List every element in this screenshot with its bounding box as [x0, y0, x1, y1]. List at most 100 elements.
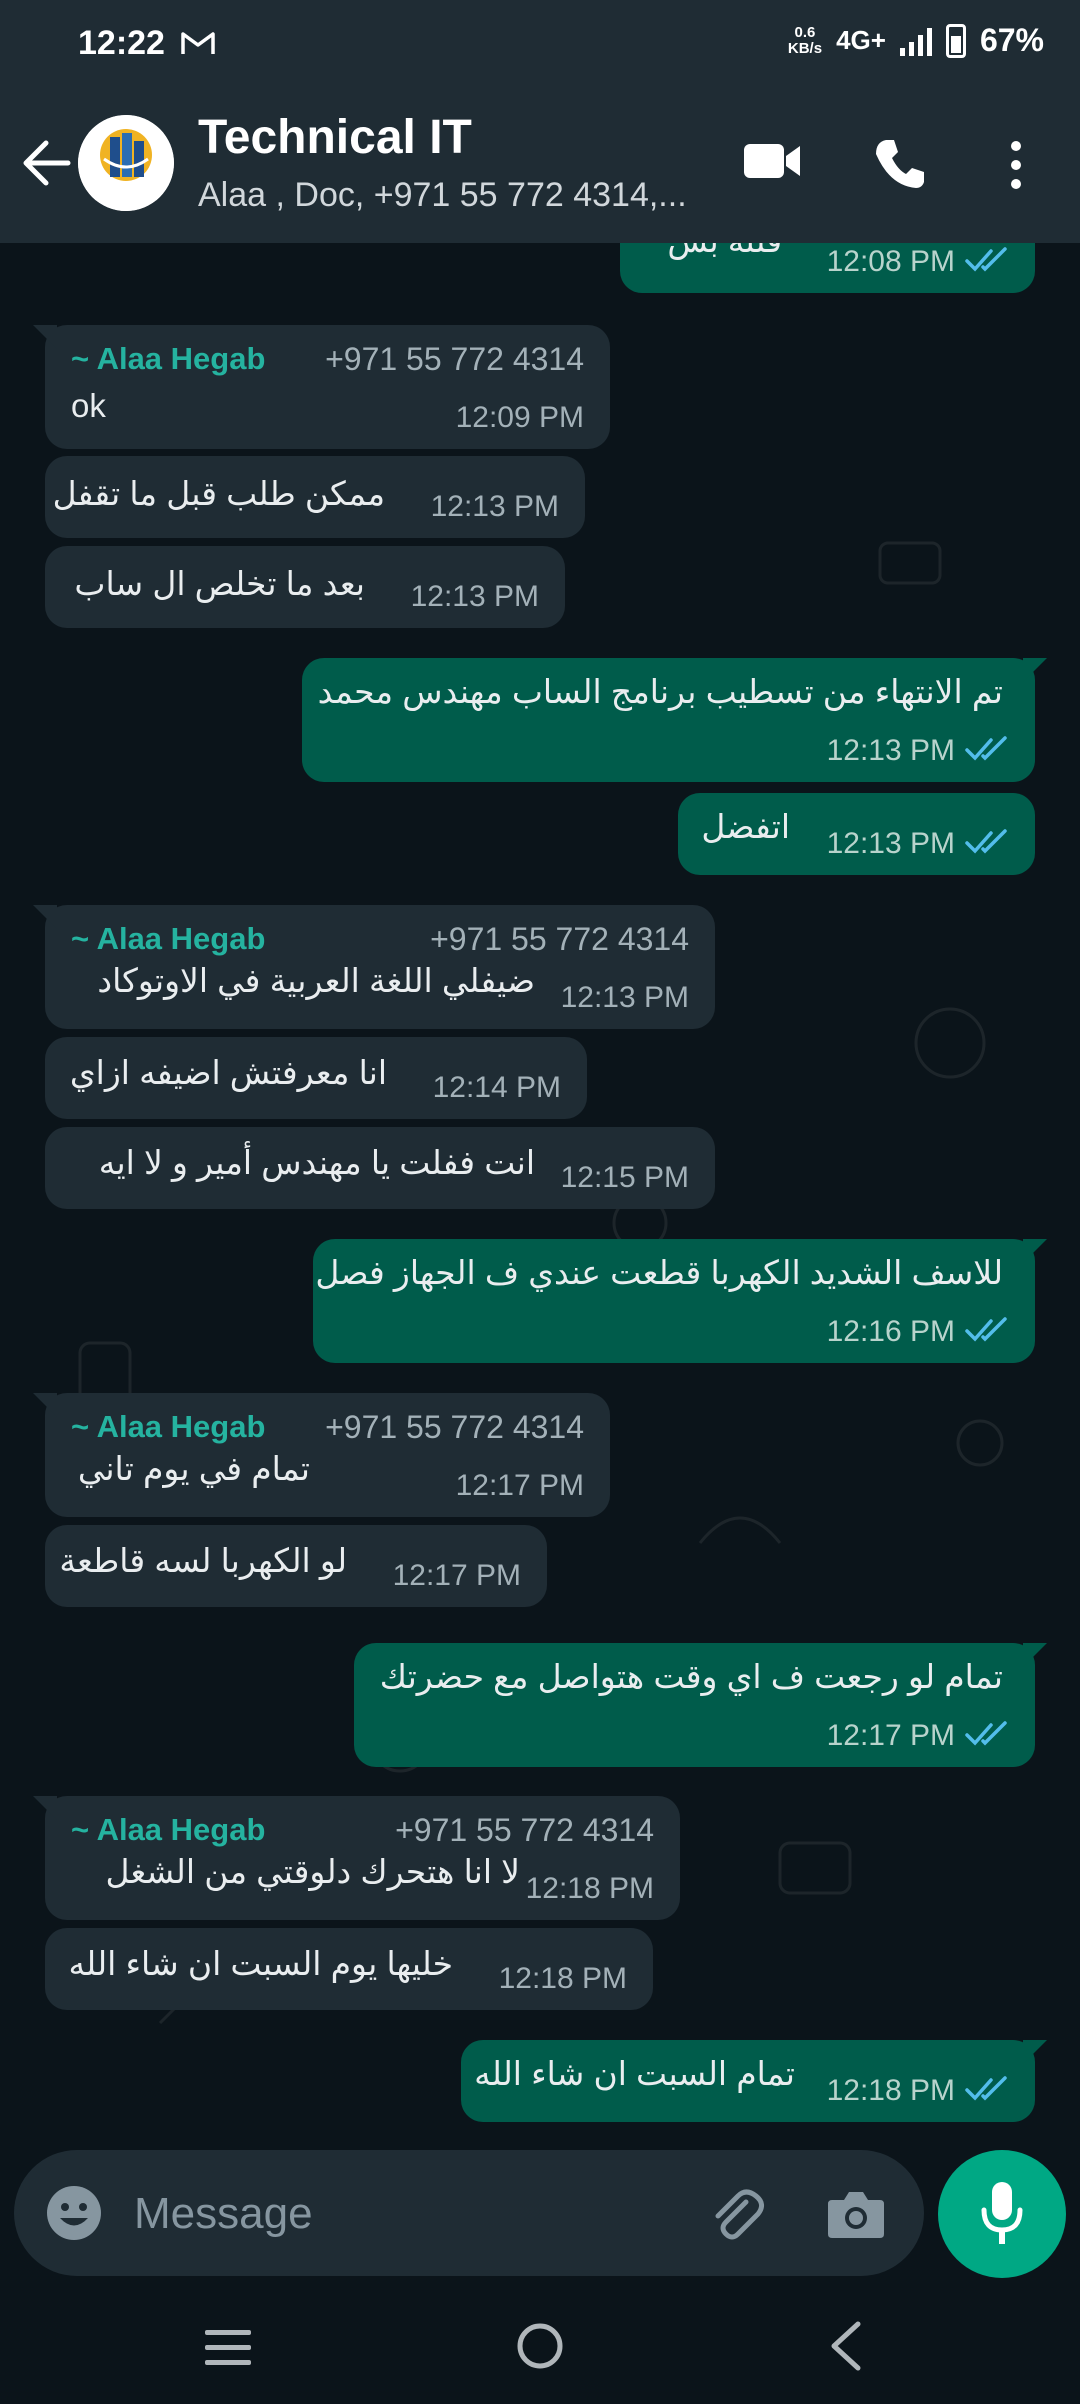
- message-time: 12:14 PM: [432, 1071, 561, 1104]
- message-time: 12:13 PM: [410, 580, 539, 613]
- message-text: بعد ما تخلص ال ساب: [74, 565, 365, 602]
- read-receipt-icon: [965, 829, 1007, 854]
- message-text: انا معرفتش اضيفه ازاي: [69, 1054, 387, 1091]
- chat-header: Technical IT Alaa , Doc, +971 55 772 431…: [0, 88, 1080, 243]
- message-time: 12:16 PM: [826, 1315, 955, 1348]
- outgoing-message[interactable]: *فلته بس 12:08 PM: [620, 243, 1035, 293]
- bubble-tail: [33, 1796, 57, 1820]
- outgoing-message[interactable]: تمام السبت ان شاء الله 12:18 PM: [461, 2040, 1047, 2122]
- voice-call-icon[interactable]: [872, 136, 926, 190]
- message-time: 12:09 PM: [455, 401, 584, 434]
- system-navigation-bar: [0, 2290, 1080, 2404]
- bubble-tail: [1023, 658, 1047, 682]
- message-text: للاسف الشديد الكهربا قطعت عندي ف الجهاز …: [315, 1254, 1003, 1291]
- message-text: *فلته بس: [667, 243, 795, 260]
- message-time: 12:13 PM: [826, 827, 955, 860]
- network-speed: 0.6 KB/s: [787, 23, 823, 57]
- gmail-icon: [181, 32, 215, 54]
- read-receipt-icon: [965, 736, 1007, 761]
- chat-participants[interactable]: Alaa , Doc, +971 55 772 4314,...: [198, 176, 698, 215]
- read-receipt-icon: [965, 1721, 1007, 1746]
- incoming-message[interactable]: ~ Alaa Hegab +971 55 772 4314 ضيفلي اللغ…: [33, 905, 715, 1029]
- message-time: 12:17 PM: [392, 1559, 521, 1592]
- incoming-message[interactable]: لو الكهربا لسه قاطعة 12:17 PM: [45, 1525, 547, 1607]
- incoming-message[interactable]: ~ Alaa Hegab +971 55 772 4314 تمام في يو…: [33, 1393, 610, 1517]
- bubble-tail: [33, 905, 57, 929]
- message-input[interactable]: [132, 2178, 676, 2250]
- sender-name[interactable]: ~ Alaa Hegab: [71, 1812, 265, 1848]
- message-time: 12:13 PM: [560, 981, 689, 1014]
- chat-title[interactable]: Technical IT: [198, 110, 472, 165]
- message-text: خليها يوم السبت ان شاء الله: [68, 1945, 453, 1982]
- outgoing-message[interactable]: اتفضل 12:13 PM: [678, 793, 1035, 875]
- read-receipt-icon: [965, 2076, 1007, 2101]
- message-time: 12:13 PM: [430, 490, 559, 523]
- sender-phone[interactable]: +971 55 772 4314: [430, 921, 689, 958]
- network-type: 4G+: [836, 25, 886, 55]
- sender-name[interactable]: ~ Alaa Hegab: [71, 341, 265, 377]
- incoming-message[interactable]: ممكن طلب قبل ما تقفل 12:13 PM: [45, 456, 585, 538]
- camera-icon[interactable]: [826, 2186, 886, 2242]
- radiance-logo-icon: [78, 115, 174, 211]
- chat-messages[interactable]: *فلته بس 12:08 PM ~ Alaa Hegab +971 55 7…: [0, 243, 1080, 2147]
- sender-phone[interactable]: +971 55 772 4314: [325, 1409, 584, 1446]
- home-icon[interactable]: [516, 2322, 564, 2370]
- bubble-tail: [1023, 1643, 1047, 1667]
- message-text: اتفضل: [701, 808, 790, 845]
- message-text: تمام في يوم تاني: [77, 1450, 310, 1487]
- outgoing-message[interactable]: للاسف الشديد الكهربا قطعت عندي ف الجهاز …: [313, 1239, 1047, 1363]
- emoji-icon[interactable]: [44, 2183, 104, 2243]
- message-composer: [14, 2150, 924, 2276]
- message-time: 12:17 PM: [826, 1719, 955, 1752]
- message-text: تمام السبت ان شاء الله: [474, 2055, 795, 2092]
- more-options-icon[interactable]: [1002, 138, 1030, 192]
- sender-phone[interactable]: +971 55 772 4314: [325, 341, 584, 378]
- group-avatar[interactable]: [78, 115, 174, 211]
- message-text: لو الكهربا لسه قاطعة: [59, 1542, 347, 1579]
- microphone-icon: [981, 2182, 1023, 2244]
- message-text: لا انا هتحرك دلوقتي من الشغل: [105, 1853, 520, 1890]
- read-receipt-icon: [965, 1317, 1007, 1342]
- read-receipt-icon: [965, 247, 1007, 272]
- network-speed-value: 0.6: [794, 23, 816, 41]
- incoming-message[interactable]: انت ففلت يا مهندس أمير و لا ايه 12:15 PM: [45, 1127, 715, 1209]
- outgoing-message[interactable]: تمام لو رجعت ف اي وقت هتواصل مع حضرتك 12…: [354, 1643, 1047, 1767]
- message-time: 12:18 PM: [525, 1872, 654, 1905]
- message-text: تم الانتهاء من تسطيب برنامج الساب مهندس …: [317, 673, 1003, 710]
- back-arrow-icon[interactable]: [20, 138, 72, 188]
- signal-icon: [899, 26, 932, 56]
- message-time: 12:15 PM: [560, 1161, 689, 1194]
- message-text: ضيفلي اللغة العربية في الاوتوكاد: [97, 962, 535, 999]
- bubble-tail: [33, 1393, 57, 1417]
- incoming-message[interactable]: بعد ما تخلص ال ساب 12:13 PM: [45, 546, 565, 628]
- incoming-message[interactable]: خليها يوم السبت ان شاء الله 12:18 PM: [45, 1928, 653, 2010]
- message-text: تمام لو رجعت ف اي وقت هتواصل مع حضرتك: [379, 1658, 1003, 1695]
- incoming-message[interactable]: ~ Alaa Hegab +971 55 772 4314 ok 12:09 P…: [33, 325, 610, 449]
- video-call-icon[interactable]: [742, 140, 802, 182]
- bubble-tail: [1023, 1239, 1047, 1263]
- message-text: انت ففلت يا مهندس أمير و لا ايه: [98, 1144, 535, 1181]
- recent-apps-icon[interactable]: [203, 2326, 253, 2370]
- voice-message-button[interactable]: [938, 2150, 1066, 2278]
- status-time: 12:22: [78, 24, 165, 62]
- battery-percent: 67%: [979, 22, 1044, 58]
- outgoing-message[interactable]: تم الانتهاء من تسطيب برنامج الساب مهندس …: [302, 658, 1047, 782]
- battery-icon: [945, 23, 966, 58]
- message-text: ممكن طلب قبل ما تقفل: [52, 475, 385, 512]
- bubble-tail: [1023, 2040, 1047, 2064]
- message-time: 12:18 PM: [498, 1962, 627, 1995]
- sender-name[interactable]: ~ Alaa Hegab: [71, 1409, 265, 1445]
- sender-phone[interactable]: +971 55 772 4314: [395, 1812, 654, 1849]
- sender-name[interactable]: ~ Alaa Hegab: [71, 921, 265, 957]
- network-speed-unit: KB/s: [787, 39, 823, 57]
- message-time: 12:18 PM: [826, 2074, 955, 2107]
- message-time: 12:08 PM: [826, 245, 955, 278]
- back-icon[interactable]: [828, 2320, 864, 2372]
- status-bar: 12:22 0.6 KB/s 4G+ 67%: [0, 0, 1080, 88]
- incoming-message[interactable]: ~ Alaa Hegab +971 55 772 4314 لا انا هتح…: [33, 1796, 680, 1920]
- message-time: 12:17 PM: [455, 1469, 584, 1502]
- attach-icon[interactable]: [706, 2184, 766, 2244]
- message-time: 12:13 PM: [826, 734, 955, 767]
- incoming-message[interactable]: انا معرفتش اضيفه ازاي 12:14 PM: [45, 1037, 587, 1119]
- bubble-tail: [33, 325, 57, 349]
